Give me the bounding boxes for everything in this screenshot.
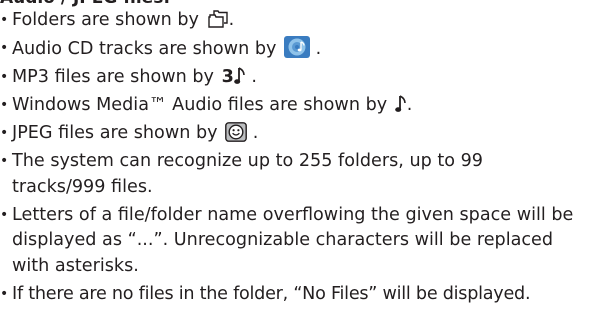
list-item-punct: . <box>310 39 322 59</box>
bullet-dot: • <box>0 12 9 28</box>
folder-stack-icon <box>207 9 229 29</box>
list-item-no-files: • If there are no files in the folder, “… <box>0 282 592 308</box>
document-page: Audio / JPEG files: • Folders are shown … <box>0 0 592 328</box>
list-item-text: Audio CD tracks are shown by <box>12 39 277 59</box>
list-item-capacity: • The system can recognize up to 255 fol… <box>0 149 547 200</box>
list-item-jpeg: • JPEG files are shown by . <box>0 121 592 147</box>
music-note-icon <box>394 94 407 114</box>
list-item-punct: . <box>228 10 235 30</box>
audio-cd-icon <box>284 36 310 58</box>
list-item-mp3: • MP3 files are shown by 3 . <box>0 65 592 91</box>
list-item-text: Folders are shown by <box>12 10 199 30</box>
list-item-text: JPEG files are shown by <box>12 123 218 143</box>
list-item-folders: • Folders are shown by . <box>0 8 592 34</box>
list-item-punct: . <box>406 95 413 115</box>
bullet-list: • Folders are shown by . • Audio CD trac… <box>0 8 592 310</box>
list-item-audio-cd: • Audio CD tracks are shown by . <box>0 36 592 63</box>
list-item-text: Letters of a file/folder name overflowin… <box>12 204 574 276</box>
bullet-dot: • <box>0 153 9 169</box>
list-item-overflow: • Letters of a file/folder name overflow… <box>0 203 592 280</box>
list-item-punct: . <box>247 123 259 143</box>
bullet-dot: • <box>0 69 9 85</box>
jpeg-smiley-icon <box>225 122 248 142</box>
section-heading: Audio / JPEG files: <box>0 0 170 8</box>
mp3-icon-digit: 3 <box>221 67 234 87</box>
list-item-text: If there are no files in the folder, “No… <box>12 283 531 304</box>
list-item-text: MP3 files are shown by <box>12 67 214 87</box>
mp3-note-icon <box>234 66 246 86</box>
bullet-dot: • <box>0 206 9 223</box>
list-item-text: The system can recognize up to 255 folde… <box>12 151 483 197</box>
bullet-dot: • <box>0 125 9 141</box>
bullet-dot: • <box>0 285 9 302</box>
bullet-dot: • <box>0 40 9 56</box>
list-item-punct: . <box>245 67 257 87</box>
bullet-dot: • <box>0 97 9 113</box>
list-item-text: Windows Media™ Audio files are shown by <box>12 95 388 115</box>
list-item-wma: • Windows Media™ Audio files are shown b… <box>0 93 592 119</box>
